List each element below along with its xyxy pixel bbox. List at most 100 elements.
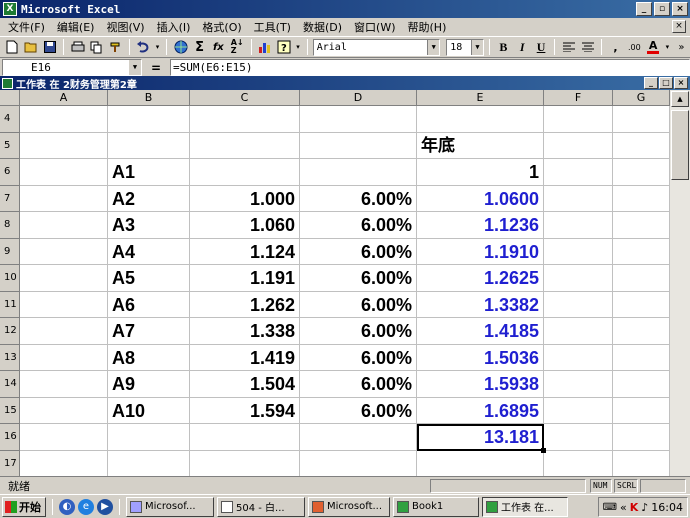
cell-b9[interactable]: A4 — [108, 238, 190, 265]
vertical-scrollbar[interactable]: ▲ — [670, 90, 690, 476]
cell-g9[interactable] — [613, 238, 670, 265]
cell-f13[interactable] — [544, 344, 613, 371]
cell-f17[interactable] — [544, 450, 613, 476]
cell-c11[interactable]: 1.262 — [190, 291, 300, 318]
column-header-c[interactable]: C — [190, 90, 300, 106]
internet-explorer-icon[interactable]: e — [78, 498, 94, 515]
row-header[interactable]: 8 — [0, 212, 20, 239]
column-header-d[interactable]: D — [300, 90, 417, 106]
cell-b5[interactable] — [108, 132, 190, 159]
row-header[interactable]: 12 — [0, 318, 20, 345]
select-all-corner[interactable] — [0, 90, 20, 106]
cell-b11[interactable]: A6 — [108, 291, 190, 318]
row-header[interactable]: 16 — [0, 424, 20, 451]
cell-g11[interactable] — [613, 291, 670, 318]
cell-d7[interactable]: 6.00% — [300, 185, 417, 212]
cell-e10[interactable]: 1.2625 — [417, 265, 544, 292]
cell-a8[interactable] — [20, 212, 108, 239]
cell-f6[interactable] — [544, 159, 613, 186]
cell-f16[interactable] — [544, 424, 613, 451]
cell-b10[interactable]: A5 — [108, 265, 190, 292]
cell-e12[interactable]: 1.4185 — [417, 318, 544, 345]
cell-g14[interactable] — [613, 371, 670, 398]
document-close-button[interactable]: × — [672, 20, 686, 33]
cell-a6[interactable] — [20, 159, 108, 186]
task-button-3[interactable]: Microsoft... — [308, 496, 390, 517]
cell-b4[interactable] — [108, 106, 190, 133]
row-header[interactable]: 6 — [0, 159, 20, 186]
menu-file[interactable]: 文件(F) — [8, 19, 45, 35]
cell-d15[interactable]: 6.00% — [300, 397, 417, 424]
cell-f14[interactable] — [544, 371, 613, 398]
cell-g15[interactable] — [613, 397, 670, 424]
cell-c15[interactable]: 1.594 — [190, 397, 300, 424]
toolbar-options-icon[interactable]: » — [673, 38, 690, 56]
cell-a14[interactable] — [20, 371, 108, 398]
cell-e7[interactable]: 1.0600 — [417, 185, 544, 212]
workbook-close-button[interactable]: × — [674, 77, 688, 89]
cell-d10[interactable]: 6.00% — [300, 265, 417, 292]
cell-b8[interactable]: A3 — [108, 212, 190, 239]
fill-handle[interactable] — [541, 447, 546, 453]
cell-d4[interactable] — [300, 106, 417, 133]
task-button-5-active[interactable]: 工作表 在... — [482, 496, 568, 517]
font-name-dropdown-icon[interactable]: ▼ — [427, 39, 440, 55]
cell-b6[interactable]: A1 — [108, 159, 190, 186]
font-color-dropdown-icon[interactable]: ▾ — [664, 38, 671, 56]
antivirus-icon[interactable]: K — [630, 501, 639, 514]
menu-format[interactable]: 格式(O) — [202, 19, 241, 35]
name-box[interactable]: E16 ▼ — [2, 59, 142, 76]
row-header[interactable]: 11 — [0, 291, 20, 318]
save-icon[interactable] — [42, 38, 59, 56]
cell-c7[interactable]: 1.000 — [190, 185, 300, 212]
cell-c4[interactable] — [190, 106, 300, 133]
media-player-icon[interactable]: ▶ — [97, 498, 113, 515]
menu-data[interactable]: 数据(D) — [303, 19, 342, 35]
font-color-icon[interactable]: A — [645, 38, 662, 56]
cell-d12[interactable]: 6.00% — [300, 318, 417, 345]
column-header-e[interactable]: E — [417, 90, 544, 106]
formula-equals-sign[interactable]: = — [142, 61, 170, 75]
cell-b7[interactable]: A2 — [108, 185, 190, 212]
cell-c9[interactable]: 1.124 — [190, 238, 300, 265]
cell-c6[interactable] — [190, 159, 300, 186]
cell-a10[interactable] — [20, 265, 108, 292]
cell-e5[interactable]: 年底 — [417, 132, 544, 159]
cell-e9[interactable]: 1.1910 — [417, 238, 544, 265]
spreadsheet-grid[interactable]: A B C D E F G 4 5 年底 6 A1 1 7 A2 1.000 6.00% 1.0600 8 A3 1.0… — [0, 90, 670, 476]
italic-button[interactable]: I — [514, 38, 531, 56]
chart-wizard-icon[interactable] — [257, 38, 274, 56]
cell-f9[interactable] — [544, 238, 613, 265]
column-header-g[interactable]: G — [613, 90, 670, 106]
cell-a12[interactable] — [20, 318, 108, 345]
scroll-thumb[interactable] — [671, 110, 689, 180]
cell-d17[interactable] — [300, 450, 417, 476]
task-button-1[interactable]: Microsof... — [126, 496, 214, 517]
cell-f4[interactable] — [544, 106, 613, 133]
clock[interactable]: 16:04 — [651, 501, 683, 514]
cell-c17[interactable] — [190, 450, 300, 476]
menu-view[interactable]: 视图(V) — [106, 19, 144, 35]
cell-d14[interactable]: 6.00% — [300, 371, 417, 398]
cell-g6[interactable] — [613, 159, 670, 186]
cell-f7[interactable] — [544, 185, 613, 212]
cell-c8[interactable]: 1.060 — [190, 212, 300, 239]
function-wizard-icon[interactable]: fx — [210, 38, 227, 56]
cell-e4[interactable] — [417, 106, 544, 133]
menu-edit[interactable]: 编辑(E) — [57, 19, 95, 35]
cell-c5[interactable] — [190, 132, 300, 159]
row-header[interactable]: 4 — [0, 106, 20, 133]
row-header[interactable]: 10 — [0, 265, 20, 292]
row-header[interactable]: 15 — [0, 397, 20, 424]
cell-c13[interactable]: 1.419 — [190, 344, 300, 371]
scroll-up-icon[interactable]: ▲ — [671, 91, 689, 107]
close-button[interactable]: × — [672, 2, 688, 16]
cell-a7[interactable] — [20, 185, 108, 212]
cell-a15[interactable] — [20, 397, 108, 424]
task-button-4[interactable]: Book1 — [393, 496, 479, 517]
cell-g7[interactable] — [613, 185, 670, 212]
print-icon[interactable] — [69, 38, 86, 56]
undo-icon[interactable] — [135, 38, 152, 56]
cell-g10[interactable] — [613, 265, 670, 292]
column-header-b[interactable]: B — [108, 90, 190, 106]
